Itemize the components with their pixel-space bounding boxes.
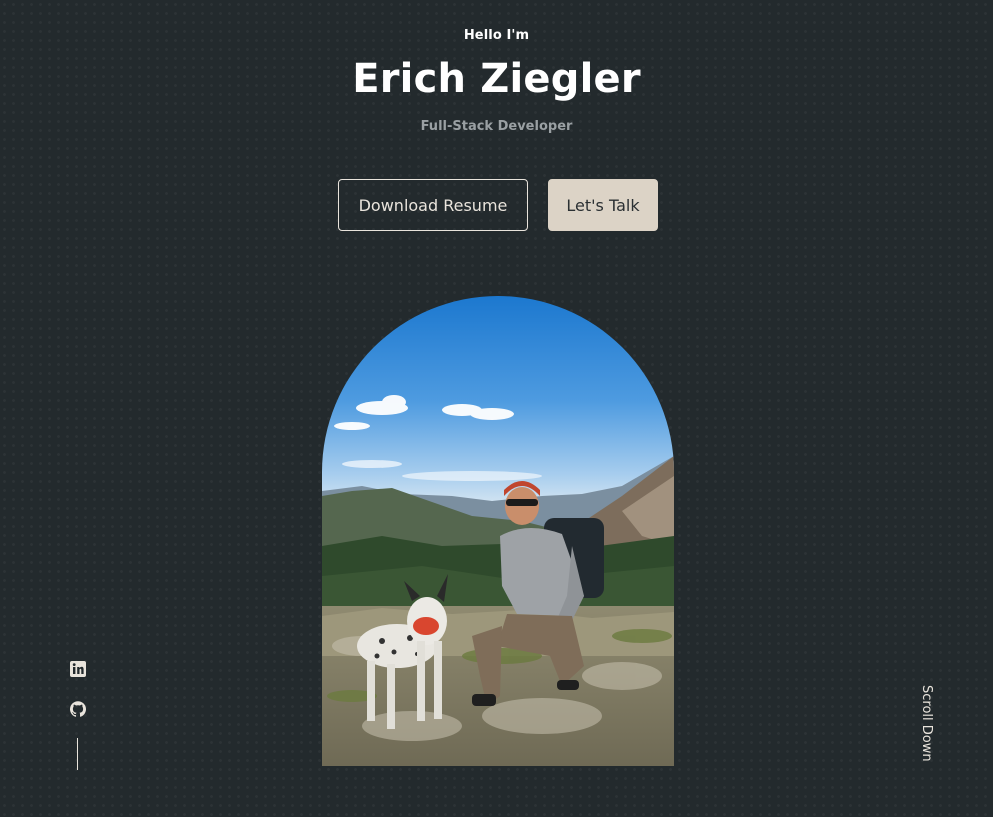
profile-photo (322, 296, 674, 766)
download-resume-button[interactable]: Download Resume (338, 179, 528, 231)
role-subtitle: Full-Stack Developer (420, 119, 573, 134)
scroll-down-link[interactable]: Scroll Down (910, 685, 934, 767)
social-divider-line (77, 738, 78, 770)
hero-section: Hello I'm Erich Ziegler Full-Stack Devel… (0, 0, 993, 817)
page-title: Erich Ziegler (352, 56, 641, 102)
greeting-text: Hello I'm (463, 28, 530, 43)
github-icon[interactable] (68, 699, 88, 719)
linkedin-icon[interactable] (68, 659, 88, 679)
lets-talk-button[interactable]: Let's Talk (548, 179, 658, 231)
